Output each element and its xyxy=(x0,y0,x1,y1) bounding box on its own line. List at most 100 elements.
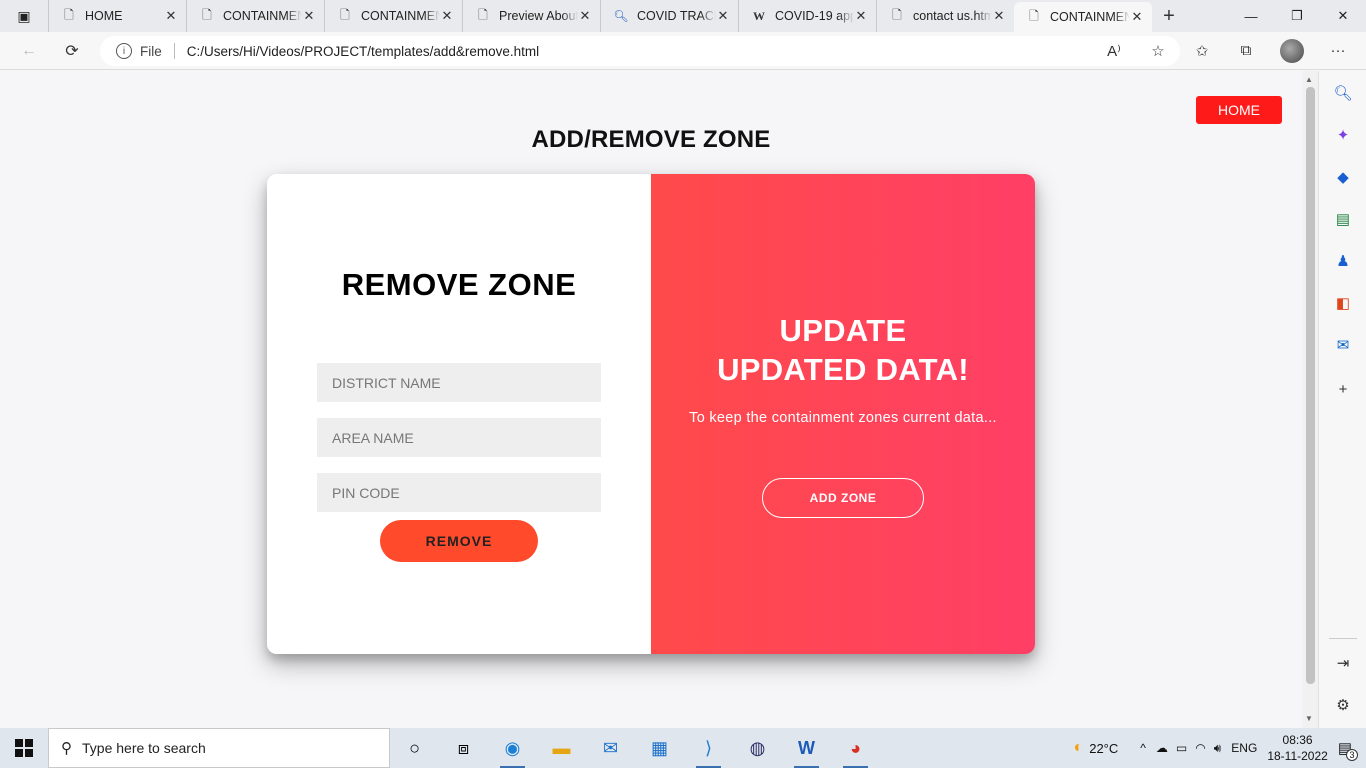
close-icon[interactable]: ✕ xyxy=(716,8,730,24)
task-view-icon[interactable]: ⧈ xyxy=(439,728,488,768)
weather-icon[interactable]: ◐ xyxy=(1074,739,1084,757)
add-favorite-icon[interactable]: ☆ xyxy=(1136,36,1180,66)
page-scrollbar[interactable]: ▲ ▼ xyxy=(1302,71,1318,728)
restore-button[interactable]: ❐ xyxy=(1274,0,1320,32)
taskbar-search[interactable]: ⚲ Type here to search xyxy=(48,728,390,768)
chevron-up-icon[interactable]: ^ xyxy=(1140,741,1146,755)
tab-label: contact us.html xyxy=(913,9,992,23)
refresh-button[interactable]: ⟳ xyxy=(57,36,87,66)
zone-card: REMOVE ZONE REMOVE UPDATE UPDATED DATA! … xyxy=(267,174,1035,654)
tab-preview-about[interactable]: 🗋 Preview About ✕ xyxy=(462,0,600,32)
tab-containment-1[interactable]: 🗋 CONTAINMENT ✕ xyxy=(186,0,324,32)
games-icon[interactable]: ♟ xyxy=(1333,251,1353,271)
battery-icon[interactable]: ▭ xyxy=(1176,741,1187,755)
tools-icon[interactable]: ▤ xyxy=(1333,209,1353,229)
mail-icon[interactable]: ✉ xyxy=(586,728,635,768)
search-placeholder: Type here to search xyxy=(82,740,206,756)
read-aloud-icon[interactable]: A⁾ xyxy=(1092,36,1136,66)
tab-label: Preview About xyxy=(499,9,578,23)
clock[interactable]: 08:36 18-11-2022 xyxy=(1267,732,1328,764)
url-text[interactable]: C:/Users/Hi/Videos/PROJECT/templates/add… xyxy=(187,44,539,59)
district-name-input[interactable] xyxy=(317,363,601,402)
page-icon: 🗋 xyxy=(340,7,350,22)
tab-containment-active[interactable]: 🗋 CONTAINMENT ✕ xyxy=(1014,2,1152,32)
minimize-button[interactable]: — xyxy=(1228,0,1274,32)
page-icon: 🗋 xyxy=(64,7,74,22)
avatar xyxy=(1280,38,1304,63)
scroll-up-icon[interactable]: ▲ xyxy=(1305,75,1313,84)
search-icon[interactable]: 🔍︎ xyxy=(1333,83,1353,103)
edge-app-icon[interactable]: ◉ xyxy=(488,728,537,768)
tab-containment-2[interactable]: 🗋 CONTAINMENT ✕ xyxy=(324,0,462,32)
notification-count: 3 xyxy=(1346,749,1358,761)
tab-label: CONTAINMENT xyxy=(361,9,440,23)
notifications-icon[interactable]: ▤ 3 xyxy=(1338,739,1358,761)
info-icon[interactable]: i xyxy=(116,43,132,59)
cortana-icon[interactable]: ○ xyxy=(390,728,439,768)
network-icon[interactable]: ☁ xyxy=(1156,741,1168,755)
settings-gear-icon[interactable]: ⚙ xyxy=(1333,695,1353,715)
start-button[interactable] xyxy=(0,728,48,768)
hide-sidebar-icon[interactable]: ⇥ xyxy=(1333,653,1353,673)
scroll-down-icon[interactable]: ▼ xyxy=(1305,714,1313,723)
page-icon: 🗋 xyxy=(1029,8,1039,23)
page-icon: 🗋 xyxy=(202,7,212,22)
volume-icon[interactable]: 🔊︎ xyxy=(1214,741,1222,756)
favorites-icon[interactable]: ✩ xyxy=(1180,36,1224,66)
new-tab-button[interactable]: + xyxy=(1152,0,1186,32)
vscode-icon[interactable]: ⟩ xyxy=(684,728,733,768)
area-name-input[interactable] xyxy=(317,418,601,457)
close-window-button[interactable]: ✕ xyxy=(1320,0,1366,32)
close-icon[interactable]: ✕ xyxy=(1130,9,1144,25)
more-menu-icon[interactable]: ··· xyxy=(1316,36,1360,66)
close-icon[interactable]: ✕ xyxy=(992,8,1006,24)
tab-covid-tracker[interactable]: 🔍︎ COVID TRACKER ✕ xyxy=(600,0,738,32)
tab-actions-icon[interactable]: ▣ xyxy=(0,0,48,32)
close-icon[interactable]: ✕ xyxy=(440,8,454,24)
scroll-thumb[interactable] xyxy=(1306,87,1315,684)
store-icon[interactable]: ▦ xyxy=(635,728,684,768)
weather-temp[interactable]: 22°C xyxy=(1089,741,1118,756)
tab-label: CONTAINMENT xyxy=(223,9,302,23)
pin-code-input[interactable] xyxy=(317,473,601,512)
profile-button[interactable] xyxy=(1270,36,1314,66)
language-indicator[interactable]: ENG xyxy=(1231,741,1257,755)
add-zone-button[interactable]: ADD ZONE xyxy=(762,478,924,518)
shopping-tag-icon[interactable]: ◆ xyxy=(1333,167,1353,187)
copilot-icon[interactable]: ✦ xyxy=(1333,125,1353,145)
office-icon[interactable]: ◧ xyxy=(1333,293,1353,313)
form-title: REMOVE ZONE xyxy=(341,267,577,302)
tab-contact-us[interactable]: 🗋 contact us.html ✕ xyxy=(876,0,1014,32)
address-bar[interactable]: i File C:/Users/Hi/Videos/PROJECT/templa… xyxy=(100,36,1180,66)
back-button[interactable]: ← xyxy=(14,36,44,66)
wifi-icon[interactable]: ◠ xyxy=(1195,741,1205,755)
tab-strip: ▣ 🗋 HOME ✕ 🗋 CONTAINMENT ✕ 🗋 CONTAINMENT… xyxy=(0,0,1366,32)
overlay-title: UPDATE UPDATED DATA! xyxy=(651,311,1035,389)
remove-button[interactable]: REMOVE xyxy=(380,520,538,562)
close-icon[interactable]: ✕ xyxy=(302,8,316,24)
tab-label: HOME xyxy=(85,9,123,23)
scheme-label: File xyxy=(140,43,162,59)
tab-label: CONTAINMENT xyxy=(1050,10,1130,24)
collections-icon[interactable]: ⧉ xyxy=(1224,36,1268,66)
add-sidebar-icon[interactable]: + xyxy=(1333,379,1353,399)
address-divider xyxy=(173,43,175,59)
eclipse-icon[interactable]: ◍ xyxy=(733,728,782,768)
system-tray: ◐ 22°C ^ ☁ ▭ ◠ 🔊︎ ENG 08:36 18-11-2022 ▤… xyxy=(1074,728,1366,768)
tab-covid-app[interactable]: W COVID-19 app ✕ xyxy=(738,0,876,32)
sidebar-divider xyxy=(1329,638,1357,639)
home-button[interactable]: HOME xyxy=(1196,96,1282,124)
close-icon[interactable]: ✕ xyxy=(578,8,592,24)
page-icon: 🗋 xyxy=(478,7,488,22)
browser-toolbar: ← ⟳ i File C:/Users/Hi/Videos/PROJECT/te… xyxy=(0,32,1366,70)
chrome-icon[interactable]: ◕ xyxy=(831,728,880,768)
close-icon[interactable]: ✕ xyxy=(854,8,868,24)
overlay-text: To keep the containment zones current da… xyxy=(689,410,997,426)
tab-home[interactable]: 🗋 HOME ✕ xyxy=(48,0,186,32)
outlook-icon[interactable]: ✉ xyxy=(1333,335,1353,355)
close-icon[interactable]: ✕ xyxy=(164,8,178,24)
word-icon[interactable]: W xyxy=(782,728,831,768)
taskbar: ⚲ Type here to search ○ ⧈ ◉ ▬ ✉ ▦ ⟩ ◍ W … xyxy=(0,728,1366,768)
file-explorer-icon[interactable]: ▬ xyxy=(537,728,586,768)
tab-label: COVID TRACKER xyxy=(637,9,716,23)
